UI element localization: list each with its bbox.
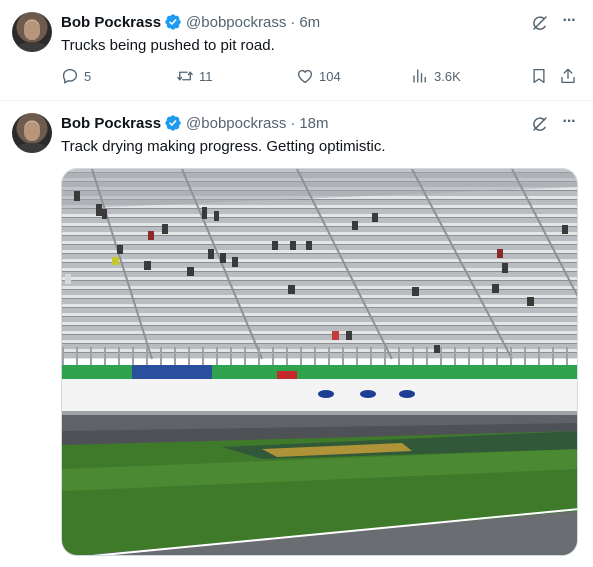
reply-button[interactable]: 5 <box>61 67 91 85</box>
reply-count: 5 <box>84 68 92 84</box>
avatar[interactable] <box>12 12 52 52</box>
avatar-shirt <box>16 42 48 52</box>
grok-icon[interactable] <box>531 14 549 32</box>
share-icon[interactable] <box>559 67 577 85</box>
timestamp[interactable]: 6m <box>299 14 320 31</box>
separator-dot: · <box>290 114 296 132</box>
wall-base <box>62 411 577 415</box>
bookmark-icon[interactable] <box>530 67 548 85</box>
grok-icon[interactable] <box>531 115 549 133</box>
ford-logo <box>399 390 415 398</box>
grandstand-photo <box>62 169 577 555</box>
repost-count: 11 <box>199 68 213 84</box>
tweet-header: Bob Pockrass @bobpockrass · 6m <box>61 12 320 32</box>
tweet-1[interactable]: Bob Pockrass @bobpockrass · 6m ··· Truck… <box>0 0 593 101</box>
tweet-actions: 5 11 104 3.6K <box>61 66 579 86</box>
like-button[interactable]: 104 <box>296 67 341 85</box>
author-handle[interactable]: @bobpockrass <box>186 14 286 31</box>
views-icon <box>413 69 426 83</box>
verified-badge-icon <box>165 115 181 131</box>
author-name[interactable]: Bob Pockrass <box>61 115 161 132</box>
view-count: 3.6K <box>434 68 461 84</box>
tweet-header: Bob Pockrass @bobpockrass · 18m <box>61 113 329 133</box>
repost-icon <box>177 71 193 81</box>
tweet-photo[interactable] <box>61 168 578 556</box>
tweet-text: Track drying making progress. Getting op… <box>61 138 386 155</box>
tweet-text: Trucks being pushed to pit road. <box>61 37 275 54</box>
avatar[interactable] <box>12 113 52 153</box>
like-icon <box>297 69 313 84</box>
avatar-shirt <box>16 143 48 153</box>
tweet-2[interactable]: Bob Pockrass @bobpockrass · 18m ··· Trac… <box>0 101 593 567</box>
more-icon[interactable]: ··· <box>559 12 579 32</box>
more-icon[interactable]: ··· <box>559 113 579 133</box>
separator-dot: · <box>290 13 296 31</box>
author-handle[interactable]: @bobpockrass <box>186 115 286 132</box>
views-button[interactable]: 3.6K <box>411 67 461 85</box>
ford-logo <box>318 390 334 398</box>
like-count: 104 <box>319 68 341 84</box>
timestamp[interactable]: 18m <box>299 115 328 132</box>
repost-button[interactable]: 11 <box>176 67 213 85</box>
avatar-face <box>24 21 40 40</box>
catch-fence <box>62 347 577 367</box>
verified-badge-icon <box>165 14 181 30</box>
ford-logo <box>360 390 376 398</box>
reply-icon <box>62 68 78 84</box>
avatar-face <box>24 122 40 141</box>
author-name[interactable]: Bob Pockrass <box>61 14 161 31</box>
sponsor-banner <box>132 365 212 381</box>
